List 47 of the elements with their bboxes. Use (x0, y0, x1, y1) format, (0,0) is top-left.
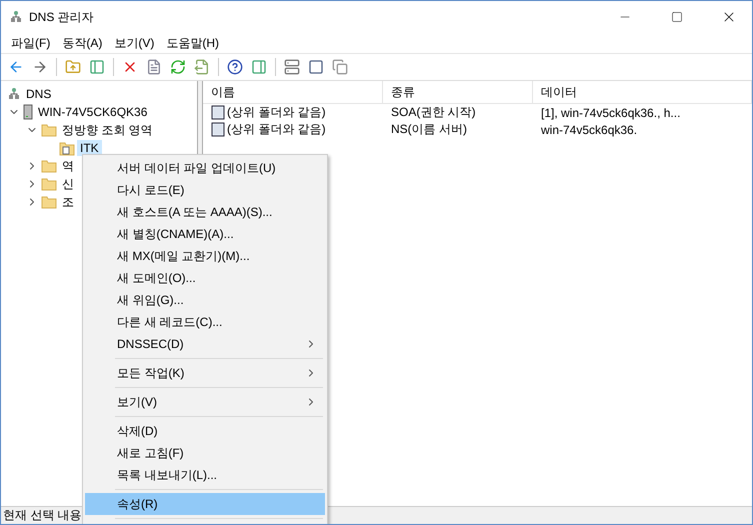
menu-item[interactable]: 새 호스트(A 또는 AAAA)(S)... (85, 201, 325, 223)
record-icon (211, 122, 225, 137)
tree-item[interactable]: 정방향 조회 영역 (59, 120, 156, 140)
network-icon (9, 10, 23, 24)
menu-item[interactable]: DNSSEC(D) (85, 333, 325, 355)
column-header[interactable]: 종류 (383, 81, 533, 103)
tree-item[interactable]: WIN-74V5CK6QK36 (35, 104, 150, 120)
menu-item[interactable]: 파일(F) (5, 33, 56, 53)
tree-item[interactable]: DNS (23, 86, 54, 102)
folder-icon (41, 123, 57, 137)
menu-item[interactable]: 새 MX(메일 교환기)(M)... (85, 245, 325, 267)
menu-item[interactable]: 보기(V) (85, 391, 325, 413)
zone-file-icon (59, 140, 75, 156)
table-cell-text: [1], win-74v5ck6qk36., h... (540, 106, 682, 120)
menu-item[interactable]: 모든 작업(K) (85, 362, 325, 384)
menu-item[interactable]: 삭제(D) (85, 420, 325, 442)
menu-item[interactable]: 새 별칭(CNAME)(A)... (85, 223, 325, 245)
table-cell-text: SOA(권한 시작) (390, 104, 477, 121)
network-icon (7, 87, 21, 101)
window-title: DNS 관리자 (29, 8, 95, 26)
menu-item[interactable]: 새 위임(G)... (85, 289, 325, 311)
table-cell: (상위 폴더와 같음) (227, 121, 326, 138)
menu-item[interactable]: 목록 내보내기(L)... (85, 464, 325, 486)
menu-item[interactable]: 속성(R) (85, 493, 325, 515)
maximize-icon[interactable] (671, 11, 683, 23)
menu-item[interactable]: 서버 데이터 파일 업데이트(U) (85, 157, 325, 179)
folder-icon (41, 177, 57, 191)
table-cell: (상위 폴더와 같음) (227, 104, 326, 121)
menu-item[interactable]: 다른 새 레코드(C)... (85, 311, 325, 333)
tree-item[interactable]: ITK (77, 140, 102, 156)
server-icon (23, 104, 33, 120)
folder-icon (41, 159, 57, 173)
tree-item[interactable]: 역 (59, 156, 77, 176)
table-cell-text: NS(이름 서버) (390, 121, 468, 138)
menu-item[interactable]: 보기(V) (108, 33, 160, 53)
status-text: 현재 선택 내용 (3, 507, 82, 524)
tree-item[interactable]: 조 (59, 192, 77, 212)
menu-item[interactable]: 다시 로드(E) (85, 179, 325, 201)
column-header[interactable]: 이름 (203, 81, 383, 103)
table-cell-text: win-74v5ck6qk36. (540, 122, 638, 136)
menu-item[interactable]: 도움말(H) (160, 33, 225, 53)
menu-item[interactable]: 동작(A) (56, 33, 108, 53)
tree-item[interactable]: 신 (59, 174, 77, 194)
menu-item[interactable]: 새로 고침(F) (85, 442, 325, 464)
menu-item[interactable]: 새 도메인(O)... (85, 267, 325, 289)
column-header[interactable]: 데이터 (533, 81, 752, 103)
folder-icon (41, 195, 57, 209)
